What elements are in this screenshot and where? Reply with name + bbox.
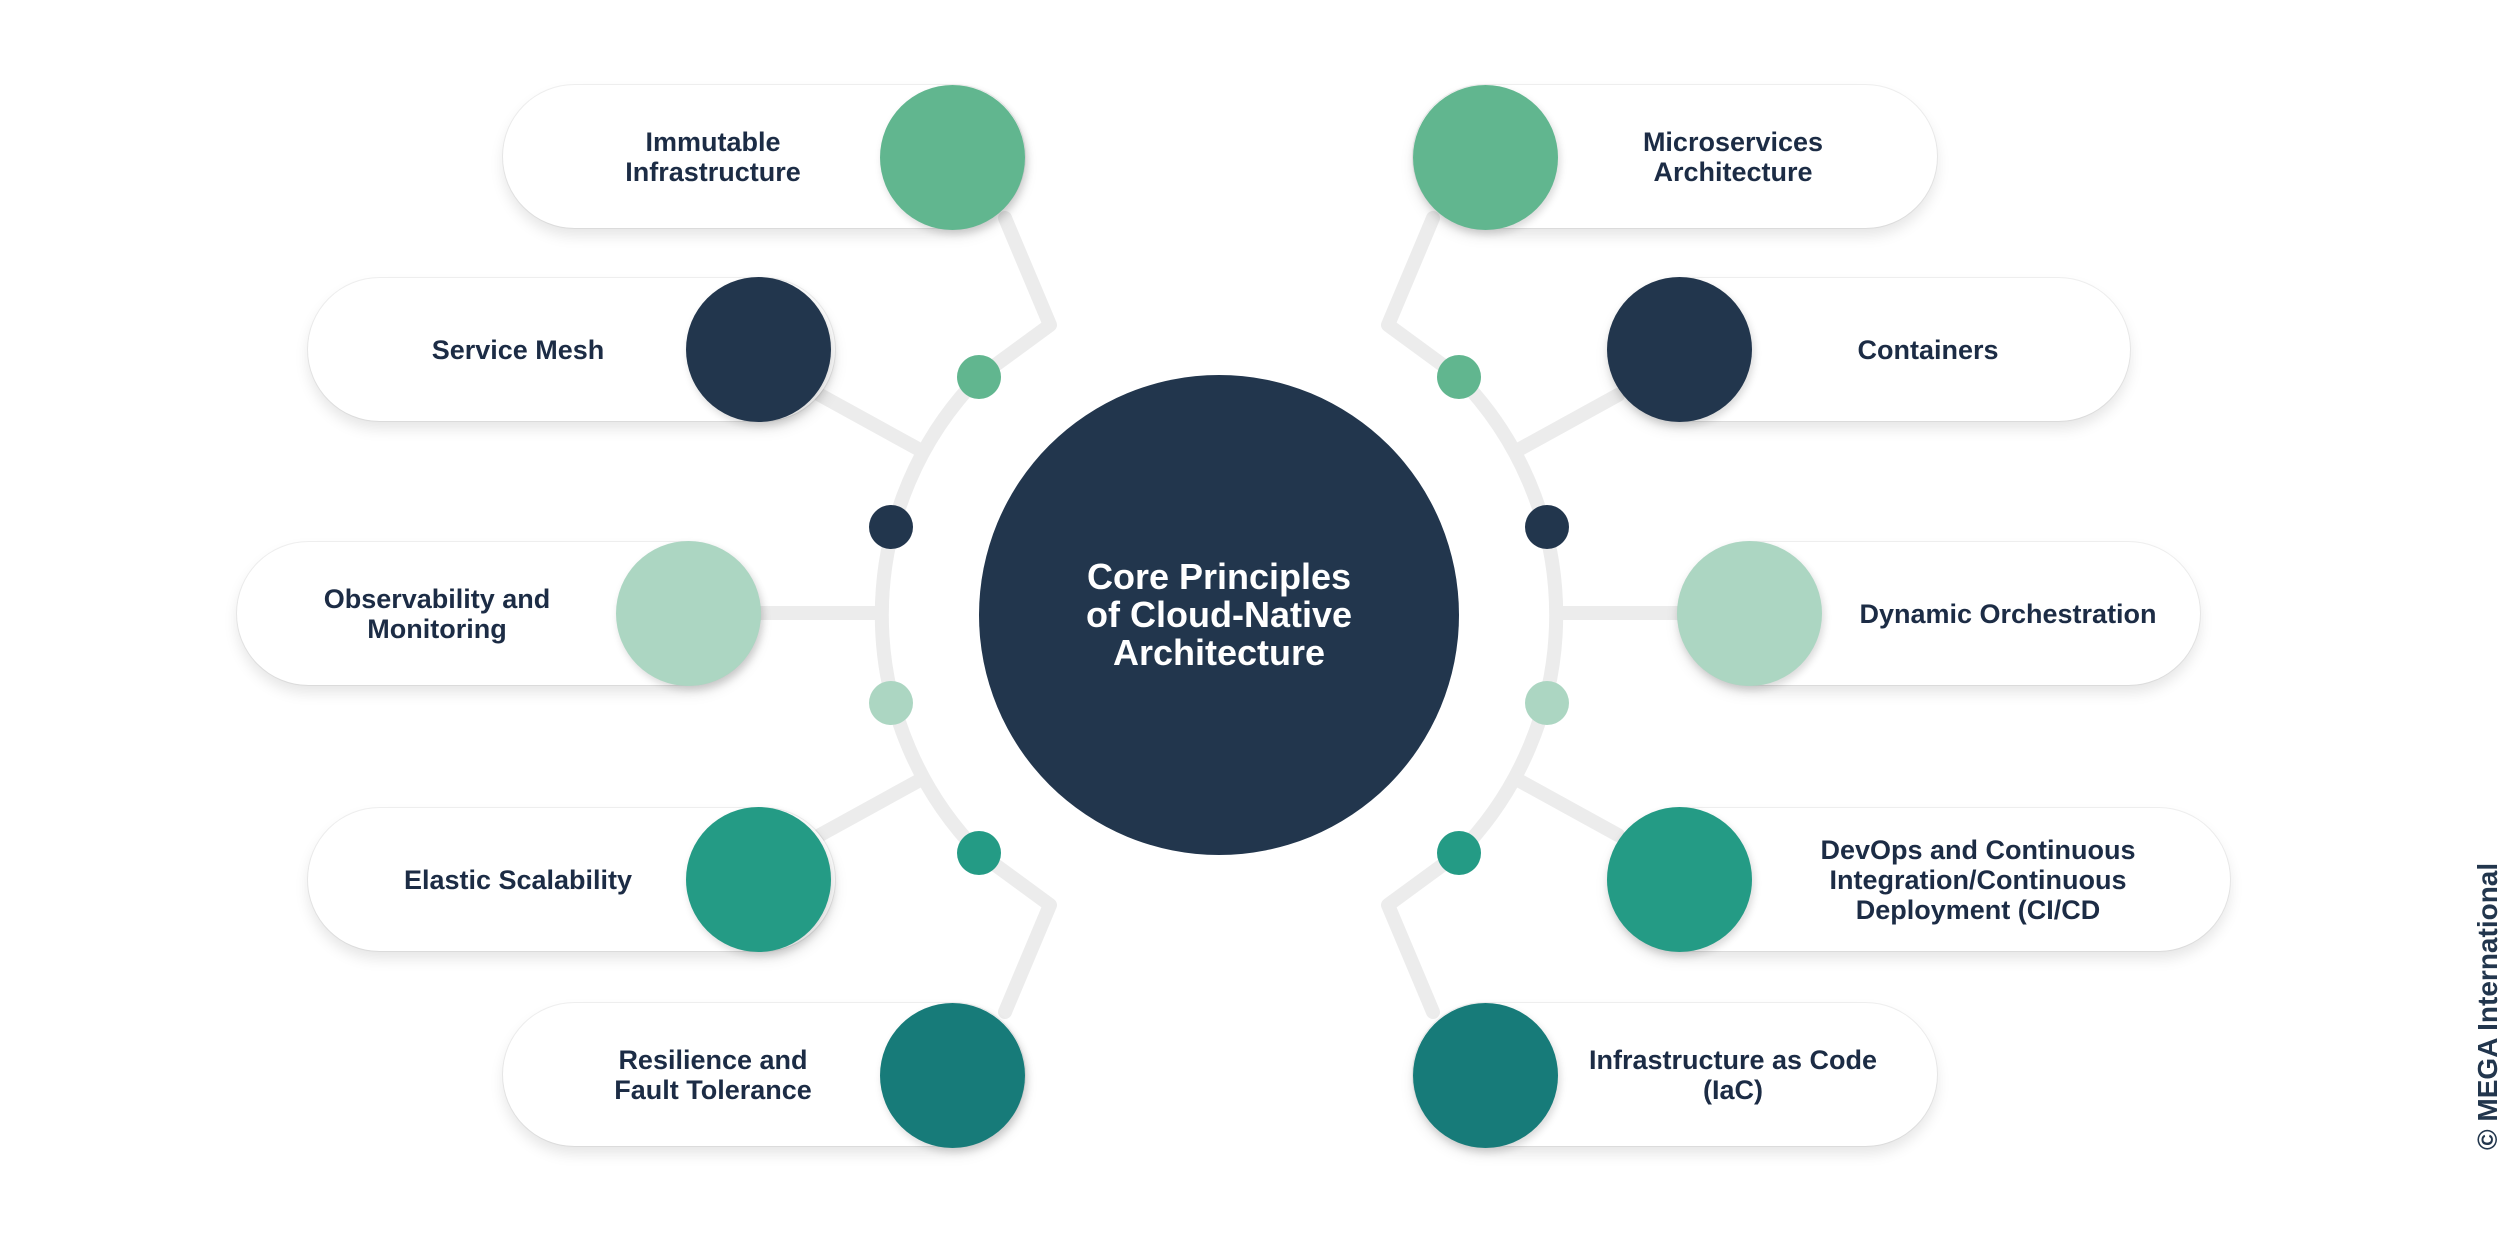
principle-label: Observability and Monitoring <box>323 583 551 644</box>
principle-bubble <box>880 1003 1025 1148</box>
principle-bubble <box>1413 85 1558 230</box>
branch-microservices <box>1381 211 1466 384</box>
connector-dot <box>957 355 1001 399</box>
branch-devops <box>1511 773 1625 842</box>
principle-bubble <box>1607 807 1752 952</box>
branch-resilience <box>972 846 1057 1019</box>
left-arc <box>874 370 986 860</box>
principle-bubble <box>1677 541 1822 686</box>
principle-label: Immutable Infrastructure <box>625 126 801 187</box>
branch-iac <box>1381 846 1466 1019</box>
connector-dot <box>1525 681 1569 725</box>
connector-dot <box>1437 831 1481 875</box>
branch-immutable <box>972 211 1057 384</box>
copyright-watermark: © MEGA International <box>2472 862 2500 1150</box>
branch-service-mesh <box>813 388 927 457</box>
principle-label: Microservices Architecture <box>1642 126 1824 187</box>
principle-label: Elastic Scalability <box>403 864 633 895</box>
connector-dot <box>869 681 913 725</box>
principle-bubble <box>880 85 1025 230</box>
connector-dot <box>957 831 1001 875</box>
principle-label: Containers <box>1857 334 1999 365</box>
connector-dot <box>1437 355 1481 399</box>
connector-dot <box>1525 505 1569 549</box>
principle-label: Service Mesh <box>431 334 605 365</box>
principle-bubble <box>686 277 831 422</box>
connector-dot <box>869 505 913 549</box>
center-hub: Core Principles of Cloud-Native Architec… <box>979 375 1459 855</box>
branch-elastic <box>813 773 927 842</box>
principle-bubble <box>686 807 831 952</box>
right-arc <box>1452 370 1564 860</box>
principle-bubble <box>616 541 761 686</box>
center-title: Core Principles of Cloud-Native Architec… <box>1086 556 1352 673</box>
principle-label: Resilience and Fault Tolerance <box>614 1044 812 1105</box>
principle-label: Dynamic Orchestration <box>1859 598 2157 629</box>
principle-label: DevOps and Continuous Integration/Contin… <box>1820 834 2136 925</box>
principle-bubble <box>1607 277 1752 422</box>
branch-containers <box>1511 388 1625 457</box>
principle-bubble <box>1413 1003 1558 1148</box>
principle-label: Infrastructure as Code (IaC) <box>1588 1044 1878 1105</box>
